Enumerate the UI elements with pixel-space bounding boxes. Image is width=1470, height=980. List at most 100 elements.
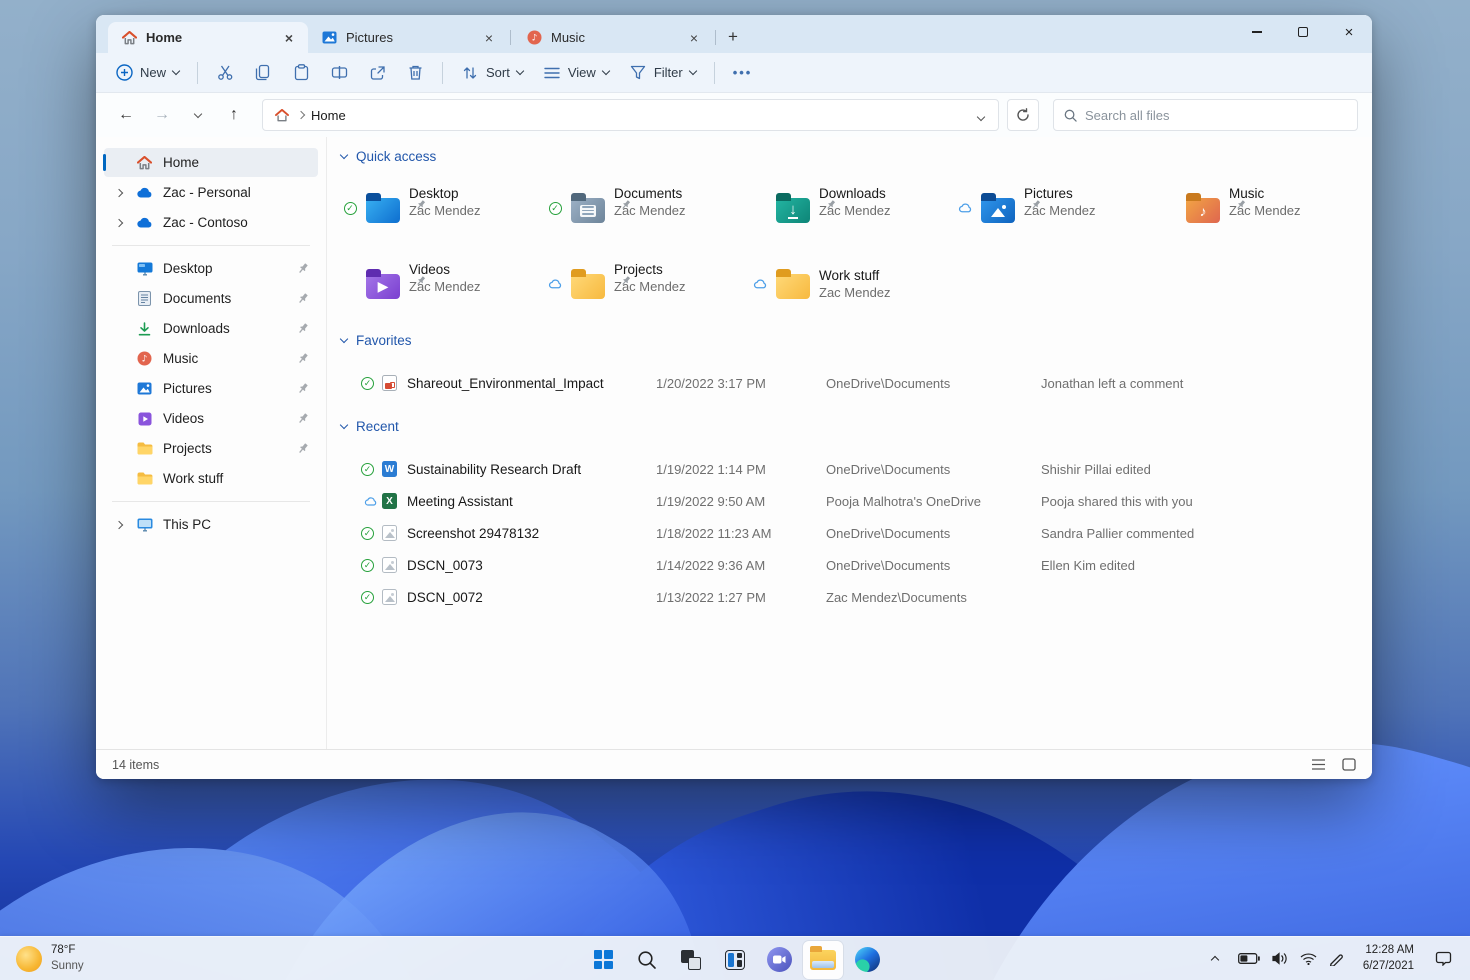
sort-button[interactable]: Sort xyxy=(452,58,532,88)
rename-button[interactable] xyxy=(321,58,357,88)
file-row[interactable]: ✓ Shareout_Environmental_Impact 1/20/202… xyxy=(341,367,1362,399)
battery-icon[interactable] xyxy=(1237,953,1260,964)
refresh-icon xyxy=(1017,108,1029,121)
sidebar-item-this-pc[interactable]: This PC xyxy=(104,510,318,539)
file-row[interactable]: ✓ W Sustainability Research Draft 1/19/2… xyxy=(341,453,1362,485)
start-button[interactable] xyxy=(583,941,623,979)
cut-button[interactable] xyxy=(207,58,243,88)
new-button[interactable]: New xyxy=(106,58,188,88)
navigation-pane: Home Zac - Personal Zac - Contoso Deskto… xyxy=(96,137,327,749)
breadcrumb[interactable]: Home xyxy=(311,108,346,123)
file-row[interactable]: X Meeting Assistant 1/19/2022 9:50 AM Po… xyxy=(341,485,1362,517)
sidebar-item-onedrive-contoso[interactable]: Zac - Contoso xyxy=(104,208,318,237)
word-file-icon: W xyxy=(381,461,398,478)
chat-button[interactable] xyxy=(759,941,799,979)
synced-status-icon: ✓ xyxy=(361,526,374,540)
weather-widget[interactable]: 78°F Sunny xyxy=(0,937,100,980)
quick-access-tile-projects[interactable]: Projects Zac Mendez xyxy=(546,251,751,317)
quick-access-tile-downloads[interactable]: ↓ Downloads Zac Mendez xyxy=(751,175,956,241)
sidebar-item-pictures[interactable]: Pictures xyxy=(104,374,318,403)
up-button[interactable]: ↑ xyxy=(218,99,250,131)
section-header-favorites[interactable]: Favorites xyxy=(339,325,1362,355)
file-row[interactable]: ✓ Screenshot 29478132 1/18/2022 11:23 AM… xyxy=(341,517,1362,549)
more-options-button[interactable]: ••• xyxy=(724,58,760,88)
file-row[interactable]: ✓ DSCN_0073 1/14/2022 9:36 AM OneDrive\D… xyxy=(341,549,1362,581)
view-button[interactable]: View xyxy=(534,58,618,88)
maximize-button[interactable] xyxy=(1280,15,1326,49)
file-explorer-taskbar-button[interactable] xyxy=(803,940,843,979)
pen-icon[interactable] xyxy=(1329,952,1343,966)
sidebar-item-home[interactable]: Home xyxy=(103,148,318,177)
taskbar-search-button[interactable] xyxy=(627,941,667,979)
close-button[interactable]: × xyxy=(1326,15,1372,49)
quick-access-tile-documents[interactable]: ✓ Documents Zac Mendez xyxy=(546,175,751,241)
sidebar-item-downloads[interactable]: Downloads xyxy=(104,314,318,343)
quick-access-tile-videos[interactable]: ▶ Videos Zac Mendez xyxy=(341,251,546,317)
expand-chevron-icon[interactable] xyxy=(114,188,136,197)
refresh-button[interactable] xyxy=(1007,99,1039,131)
sidebar-item-videos[interactable]: Videos xyxy=(104,404,318,433)
address-dropdown-button[interactable] xyxy=(974,108,988,123)
file-location: Pooja Malhotra's OneDrive xyxy=(826,493,981,509)
file-name: Sustainability Research Draft xyxy=(407,461,582,477)
wifi-icon[interactable] xyxy=(1300,952,1317,965)
synced-status-icon: ✓ xyxy=(343,201,357,215)
chevron-down-icon xyxy=(601,66,611,76)
image-file-icon xyxy=(381,557,398,574)
back-button[interactable]: ← xyxy=(110,99,142,131)
forward-button[interactable]: → xyxy=(146,99,178,131)
home-icon xyxy=(136,154,153,171)
search-box[interactable] xyxy=(1053,99,1358,131)
minimize-button[interactable] xyxy=(1234,15,1280,49)
tab-close-icon[interactable]: × xyxy=(478,27,500,49)
tab-home[interactable]: Home × xyxy=(108,22,308,53)
details-view-button[interactable] xyxy=(1311,758,1326,771)
filter-button[interactable]: Filter xyxy=(620,58,705,88)
filter-button-label: Filter xyxy=(653,65,683,80)
volume-icon[interactable] xyxy=(1272,952,1288,965)
expand-chevron-icon[interactable] xyxy=(114,520,136,529)
chevron-down-icon xyxy=(976,112,986,121)
large-thumbnails-view-button[interactable] xyxy=(1342,758,1356,771)
share-button[interactable] xyxy=(359,58,395,88)
tab-bar: Home × Pictures × ♪ Music × + × xyxy=(96,15,1372,53)
weather-temperature: 78°F xyxy=(51,943,76,956)
sidebar-item-music[interactable]: ♪ Music xyxy=(104,344,318,373)
copy-button[interactable] xyxy=(245,58,281,88)
tab-pictures[interactable]: Pictures × xyxy=(308,22,508,53)
sidebar-item-documents[interactable]: Documents xyxy=(104,284,318,313)
folder-icon xyxy=(136,440,153,457)
sidebar-item-label: Desktop xyxy=(163,261,213,276)
paste-button[interactable] xyxy=(283,58,319,88)
sidebar-item-projects[interactable]: Projects xyxy=(104,434,318,463)
search-input[interactable] xyxy=(1085,107,1347,123)
file-row[interactable]: ✓ DSCN_0072 1/13/2022 1:27 PM Zac Mendez… xyxy=(341,581,1362,613)
sidebar-item-onedrive-personal[interactable]: Zac - Personal xyxy=(104,178,318,207)
quick-access-tile-work-stuff[interactable]: Work stuff Zac Mendez xyxy=(751,251,956,317)
delete-button[interactable] xyxy=(397,58,433,88)
section-header-recent[interactable]: Recent xyxy=(339,411,1362,441)
expand-chevron-icon[interactable] xyxy=(114,218,136,227)
sidebar-item-desktop[interactable]: Desktop xyxy=(104,254,318,283)
edge-browser-button[interactable] xyxy=(847,941,887,979)
sidebar-item-work-stuff[interactable]: Work stuff xyxy=(104,464,318,493)
tab-close-icon[interactable]: × xyxy=(683,27,705,49)
tab-music[interactable]: ♪ Music × xyxy=(513,22,713,53)
file-location: OneDrive\Documents xyxy=(826,525,951,541)
notification-center-button[interactable] xyxy=(1426,951,1460,966)
clock[interactable]: 12:28 AM 6/27/2021 xyxy=(1355,943,1422,974)
address-bar[interactable]: Home xyxy=(262,99,999,131)
hidden-icons-button[interactable] xyxy=(1204,954,1226,965)
quick-access-tile-pictures[interactable]: Pictures Zac Mendez xyxy=(956,175,1161,241)
explorer-content: Home Zac - Personal Zac - Contoso Deskto… xyxy=(96,137,1372,749)
widgets-button[interactable] xyxy=(715,941,755,979)
section-header-quick-access[interactable]: Quick access xyxy=(339,141,1362,171)
quick-access-tile-music[interactable]: ♪ Music Zac Mendez xyxy=(1161,175,1366,241)
new-tab-button[interactable]: + xyxy=(718,24,748,50)
quick-access-tile-desktop[interactable]: ✓ Desktop Zac Mendez xyxy=(341,175,546,241)
recent-locations-button[interactable] xyxy=(182,99,214,131)
taskbar-center-icons xyxy=(583,937,887,980)
task-view-button[interactable] xyxy=(671,941,711,979)
tab-close-icon[interactable]: × xyxy=(278,27,300,49)
section-title: Recent xyxy=(356,418,399,434)
